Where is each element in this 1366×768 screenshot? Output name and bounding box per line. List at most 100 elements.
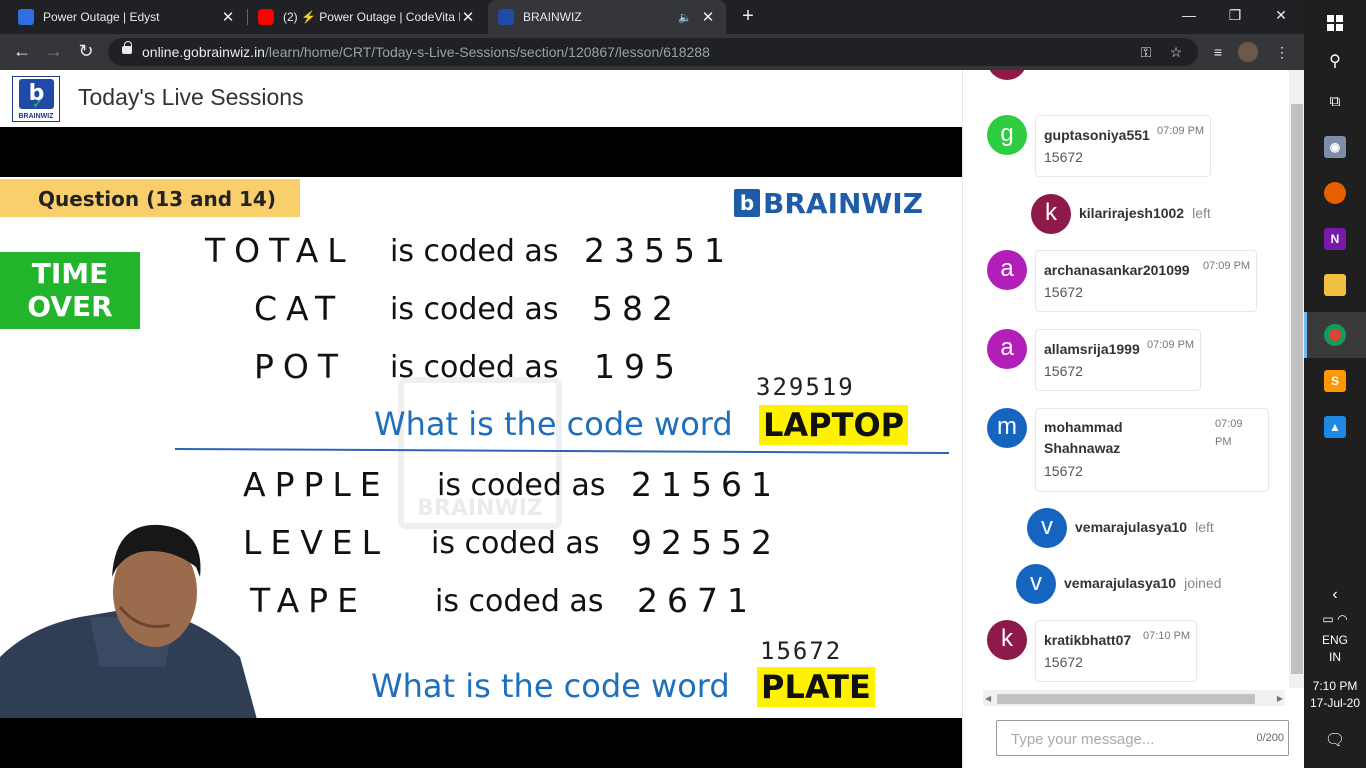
- coded-word: TOTAL: [205, 231, 355, 270]
- menu-kebab-icon[interactable]: ⋮: [1270, 40, 1294, 64]
- scrollbar-thumb[interactable]: [1291, 104, 1303, 674]
- profile-avatar[interactable]: [1238, 42, 1258, 62]
- clock-time: 7:10 PM: [1312, 679, 1358, 693]
- message-text: 15672: [1044, 149, 1083, 165]
- lock-icon: [122, 41, 132, 54]
- code-number: 23551: [584, 231, 734, 270]
- task-view-icon: ⧉: [1329, 92, 1341, 110]
- video-player[interactable]: Question (13 and 14) b BRAINWIZ TIME OVE…: [0, 127, 962, 768]
- task-view-button[interactable]: ⧉: [1304, 78, 1366, 124]
- message-time: 07:09: [1215, 418, 1243, 430]
- clock[interactable]: 7:10 PM 17-Jul-20: [1304, 679, 1366, 710]
- slide: Question (13 and 14) b BRAINWIZ TIME OVE…: [0, 177, 962, 718]
- folder-icon: [1324, 274, 1346, 296]
- new-tab-button[interactable]: +: [736, 5, 760, 29]
- battery-wifi-icon[interactable]: ▭ ◠: [1304, 612, 1366, 626]
- time-over-line2: OVER: [27, 290, 113, 323]
- code-number: 21561: [631, 465, 781, 504]
- message-text: 15672: [1044, 284, 1083, 300]
- language-code: ENG: [1321, 633, 1348, 647]
- back-button[interactable]: ←: [10, 40, 34, 64]
- photos-app[interactable]: ▲: [1304, 404, 1366, 450]
- user-avatar: [987, 70, 1027, 80]
- sublime-app[interactable]: S: [1304, 358, 1366, 404]
- page-title: Today's Live Sessions: [78, 84, 304, 110]
- message-username: guptasoniya551: [1044, 127, 1150, 143]
- user-avatar: m: [987, 408, 1027, 448]
- edyst-icon: [18, 9, 34, 25]
- chat-messages[interactable]: 15672 g guptasoniya551 07:09 PM 15672 k …: [963, 70, 1289, 688]
- media-control-icon[interactable]: ≡: [1206, 40, 1230, 64]
- region-code: IN: [1329, 650, 1341, 664]
- chat-panel: 15672 g guptasoniya551 07:09 PM 15672 k …: [962, 70, 1305, 768]
- url-text[interactable]: online.gobrainwiz.in/learn/home/CRT/Toda…: [142, 44, 710, 60]
- photos-icon: ▲: [1324, 416, 1346, 438]
- tab-youtube[interactable]: (2) ⚡ Power Outage | CodeVita I ✕: [248, 0, 486, 34]
- scroll-right-arrow-icon[interactable]: ▶: [1277, 694, 1283, 703]
- chrome-app[interactable]: [1304, 312, 1366, 358]
- tab-brainwiz[interactable]: BRAINWIZ 🔈 ✕: [488, 0, 726, 34]
- message-username: Shahnawaz: [1044, 440, 1121, 456]
- close-window-button[interactable]: ✕: [1258, 4, 1304, 28]
- coded-as: is coded as: [437, 468, 606, 503]
- maximize-button[interactable]: ❐: [1212, 4, 1258, 28]
- youtube-icon: [258, 9, 274, 25]
- firefox-icon: [1324, 182, 1346, 204]
- sublime-icon: S: [1324, 370, 1346, 392]
- tab-close-icon[interactable]: ✕: [700, 8, 716, 26]
- language-indicator[interactable]: ENG IN: [1304, 633, 1366, 664]
- firefox-app[interactable]: [1304, 170, 1366, 216]
- highlight-word: LAPTOP: [759, 405, 909, 445]
- chat-vertical-scrollbar[interactable]: [1289, 70, 1305, 688]
- watermark-logo: BRAINWIZ: [398, 377, 562, 529]
- chat-message-input[interactable]: [1011, 729, 1241, 749]
- message-username: mohammad: [1044, 419, 1123, 435]
- time-over-line1: TIME: [31, 257, 109, 290]
- onenote-app[interactable]: N: [1304, 216, 1366, 262]
- chat-input-box[interactable]: 0/200: [996, 720, 1289, 756]
- brand-text: BRAINWIZ: [763, 186, 924, 220]
- forward-button[interactable]: →: [42, 40, 66, 64]
- tab-edyst[interactable]: Power Outage | Edyst ✕: [8, 0, 246, 34]
- highlight-word: PLATE: [757, 667, 875, 707]
- file-explorer-app[interactable]: [1304, 262, 1366, 308]
- user-avatar: g: [987, 115, 1027, 155]
- windows-taskbar: ⚲ ⧉ ◉ N S ▲ ‹ ▭ ◠ ENG IN 7:10 PM 17-Jul-…: [1304, 0, 1366, 768]
- logo-check-icon: ✓: [32, 95, 44, 111]
- tab-close-icon[interactable]: ✕: [460, 8, 476, 26]
- notifications-icon[interactable]: 🗨: [1304, 730, 1366, 750]
- tab-title: BRAINWIZ: [523, 10, 582, 24]
- tab-close-icon[interactable]: ✕: [220, 8, 236, 26]
- code-number: 582: [592, 289, 682, 328]
- scrollbar-thumb[interactable]: [997, 694, 1255, 704]
- bookmark-star-icon[interactable]: ☆: [1166, 42, 1186, 62]
- camera-app[interactable]: ◉: [1304, 124, 1366, 170]
- page-header: b ✓ BRAINWIZ Today's Live Sessions: [0, 70, 962, 127]
- coded-word: CAT: [254, 289, 345, 328]
- address-bar[interactable]: online.gobrainwiz.in/learn/home/CRT/Toda…: [108, 38, 1198, 66]
- brand-logo: b BRAINWIZ: [734, 186, 924, 220]
- speaker-icon[interactable]: 🔈: [678, 11, 692, 24]
- onenote-icon: N: [1324, 228, 1346, 250]
- divider-line: [175, 447, 949, 455]
- chat-horizontal-scrollbar[interactable]: ◀ ▶: [983, 690, 1285, 706]
- coded-word: POT: [254, 347, 348, 386]
- time-over-badge: TIME OVER: [0, 252, 140, 329]
- handwritten-answer: 329519: [756, 373, 855, 401]
- key-icon[interactable]: ⚿: [1136, 42, 1156, 62]
- minimize-button[interactable]: —: [1166, 4, 1212, 28]
- brainwiz-logo[interactable]: b ✓ BRAINWIZ: [12, 76, 60, 122]
- user-avatar: v: [1027, 508, 1067, 548]
- message-text: 15672: [1044, 463, 1083, 479]
- camera-icon: ◉: [1324, 136, 1346, 158]
- windows-logo-icon: [1327, 15, 1343, 31]
- question-line: What is the code word: [371, 667, 730, 705]
- question-line: What is the code word: [374, 405, 733, 443]
- browser-chrome: Power Outage | Edyst ✕ (2) ⚡ Power Outag…: [0, 0, 1304, 70]
- tab-strip: Power Outage | Edyst ✕ (2) ⚡ Power Outag…: [0, 0, 1304, 34]
- show-hidden-icons-chevron-icon[interactable]: ‹: [1304, 586, 1366, 604]
- reload-button[interactable]: ↻: [74, 40, 98, 64]
- scroll-left-arrow-icon[interactable]: ◀: [985, 694, 991, 703]
- chrome-icon: [1324, 324, 1346, 346]
- presenter-video: [0, 524, 257, 718]
